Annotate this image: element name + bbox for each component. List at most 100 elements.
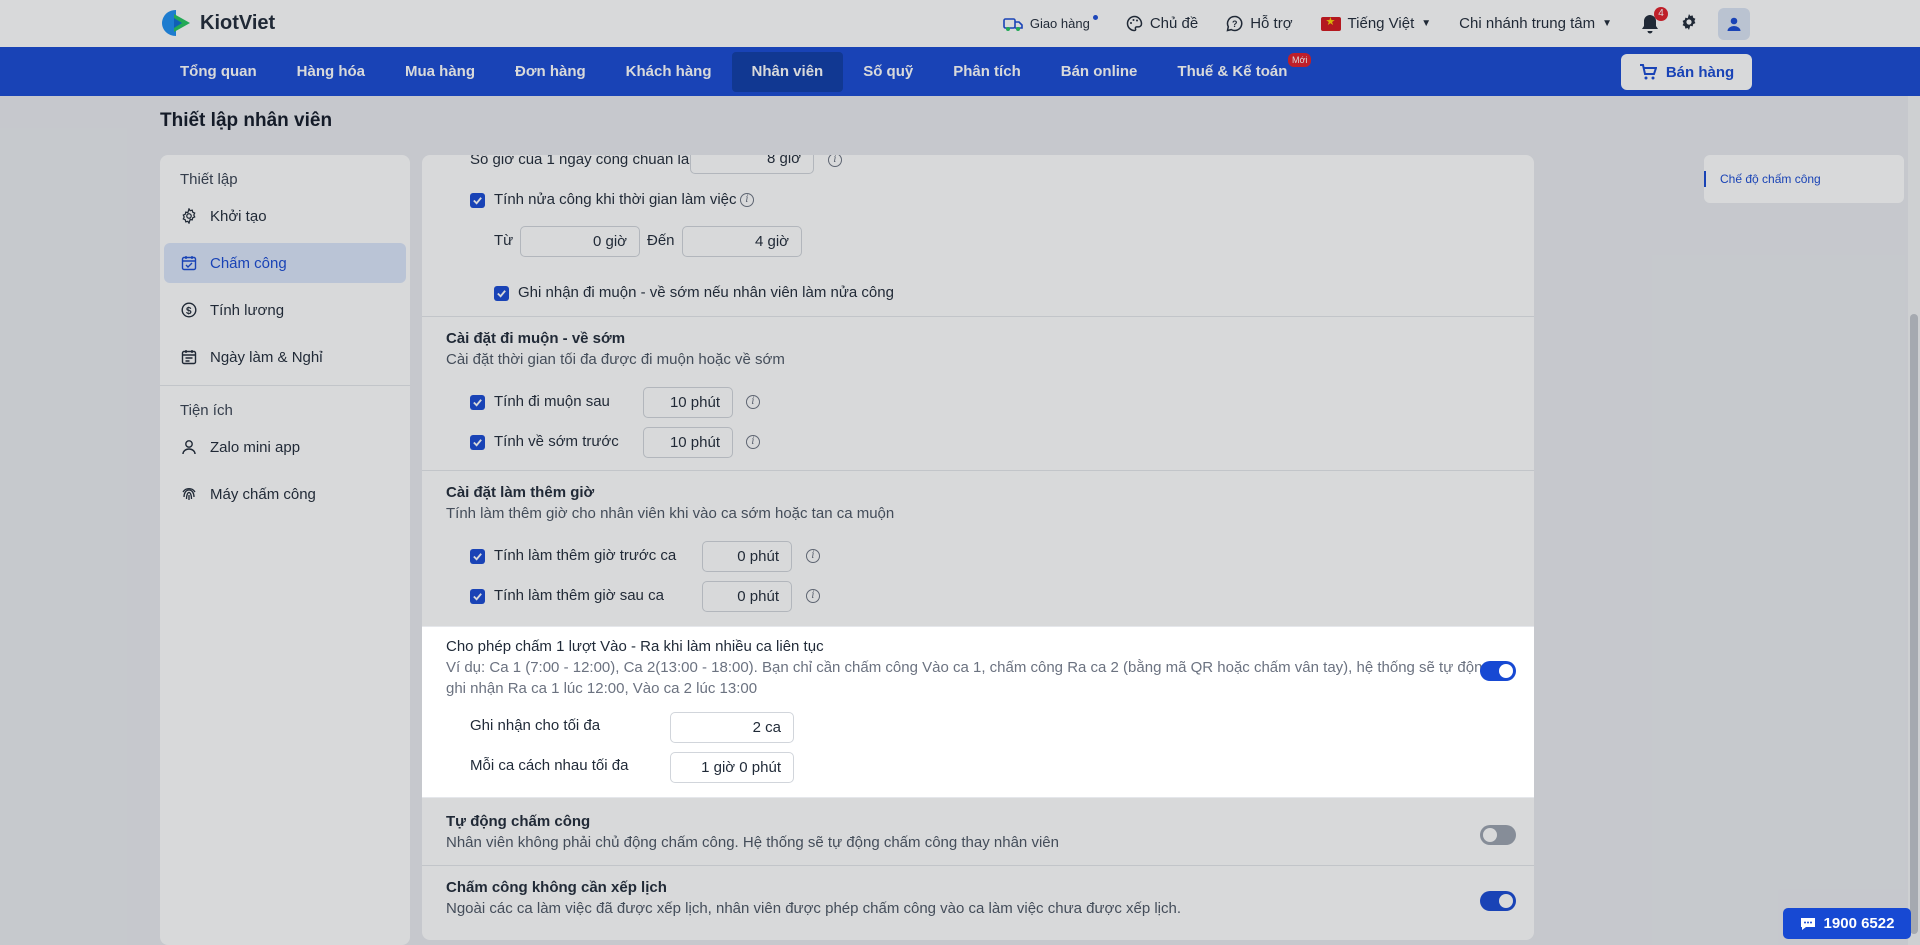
- nav-mua-hang[interactable]: Mua hàng: [385, 52, 495, 92]
- early-before-label: Tính về sớm trước: [494, 433, 619, 450]
- sidebar-item-label: Khởi tạo: [210, 207, 267, 225]
- ot-before-checkbox[interactable]: [470, 549, 485, 564]
- info-icon[interactable]: i: [746, 395, 760, 409]
- early-before-checkbox[interactable]: [470, 435, 485, 450]
- nav-ban-online[interactable]: Bán online: [1041, 52, 1158, 92]
- language-selector[interactable]: Tiếng Việt ▼: [1320, 15, 1432, 32]
- toggle-knob: [1483, 828, 1497, 842]
- nav-phan-tich[interactable]: Phân tích: [933, 52, 1041, 92]
- branch-selector[interactable]: Chi nhánh trung tâm ▼: [1459, 15, 1612, 32]
- nav-so-quy[interactable]: Số quỹ: [843, 52, 933, 92]
- scrollbar-thumb[interactable]: [1910, 314, 1918, 934]
- auto-attendance-toggle[interactable]: [1480, 825, 1516, 845]
- late-after-checkbox[interactable]: [470, 395, 485, 410]
- hotline-number: 1900 6522: [1823, 915, 1895, 932]
- nav-don-hang[interactable]: Đơn hàng: [495, 52, 606, 92]
- hotline-button[interactable]: 1900 6522: [1783, 908, 1911, 939]
- late-early-desc: Cài đặt thời gian tối đa được đi muộn ho…: [446, 351, 785, 368]
- nav-tong-quan[interactable]: Tổng quan: [160, 52, 277, 92]
- calendar-check-icon: [180, 254, 198, 272]
- svg-text:$: $: [186, 306, 192, 317]
- sidebar-item-may-cham-cong[interactable]: Máy chấm công: [164, 474, 406, 514]
- late-after-input[interactable]: 10 phút: [643, 387, 733, 418]
- from-hours-input[interactable]: 0 giờ: [520, 226, 640, 257]
- chevron-down-icon: ▼: [1421, 18, 1432, 29]
- svg-text:?: ?: [1232, 19, 1238, 29]
- top-bar: KiotViet Giao hàng Chủ đề ? Hỗ trợ Tiếng…: [0, 0, 1920, 47]
- main-nav: Tổng quan Hàng hóa Mua hàng Đơn hàng Khá…: [0, 47, 1920, 96]
- gear-icon: [180, 207, 198, 225]
- delivery-label: Giao hàng: [1029, 16, 1090, 31]
- settings-button[interactable]: [1680, 13, 1698, 35]
- theme-label: Chủ đề: [1149, 15, 1199, 32]
- no-schedule-title: Chấm công không cần xếp lịch: [446, 879, 667, 896]
- user-avatar[interactable]: [1718, 7, 1750, 40]
- support-link[interactable]: ? Hỗ trợ: [1226, 15, 1293, 32]
- sidebar-divider: [160, 385, 410, 386]
- sidebar-section-setup: Thiết lập: [180, 171, 238, 188]
- info-icon[interactable]: i: [806, 549, 820, 563]
- nav-hang-hoa[interactable]: Hàng hóa: [277, 52, 385, 92]
- sidebar-item-label: Tính lương: [210, 301, 285, 319]
- ot-after-checkbox[interactable]: [470, 589, 485, 604]
- fingerprint-icon: [180, 485, 198, 503]
- no-schedule-desc: Ngoài các ca làm việc đã được xếp lịch, …: [446, 900, 1182, 917]
- info-icon[interactable]: i: [806, 589, 820, 603]
- notification-count-badge: 4: [1654, 6, 1668, 21]
- sidebar-item-label: Chấm công: [210, 254, 287, 272]
- sidebar-item-tinh-luong[interactable]: $ Tính lương: [164, 290, 406, 330]
- settings-sidebar: Thiết lập Khởi tạo Chấm công $ Tính lươn…: [160, 155, 410, 945]
- kiotviet-logo[interactable]: KiotViet: [160, 8, 275, 38]
- sell-button[interactable]: Bán hàng: [1621, 54, 1752, 90]
- sell-button-label: Bán hàng: [1665, 63, 1735, 81]
- page-title: Thiết lập nhân viên: [160, 110, 333, 131]
- page-scrollbar[interactable]: [1908, 96, 1920, 945]
- sidebar-item-label: Máy chấm công: [210, 485, 316, 503]
- calendar-icon: [180, 348, 198, 366]
- ot-before-label: Tính làm thêm giờ trước ca: [494, 547, 677, 564]
- standard-hours-input[interactable]: 8 giờ: [690, 155, 814, 174]
- sidebar-item-cham-cong[interactable]: Chấm công: [164, 243, 406, 283]
- info-icon[interactable]: i: [740, 193, 754, 207]
- sidebar-item-label: Zalo mini app: [210, 438, 301, 456]
- notification-button[interactable]: 4: [1640, 6, 1668, 35]
- theme-link[interactable]: Chủ đề: [1126, 15, 1198, 32]
- gear-icon: [1682, 13, 1696, 30]
- multi-shift-toggle[interactable]: [1480, 661, 1516, 681]
- palette-icon: [1126, 15, 1143, 32]
- sidebar-item-khoi-tao[interactable]: Khởi tạo: [164, 196, 406, 236]
- half-day-late-checkbox[interactable]: [494, 286, 509, 301]
- info-icon[interactable]: i: [746, 435, 760, 449]
- nav-thue-ke-toan[interactable]: Thuế & Kế toán Mới: [1157, 52, 1312, 92]
- multi-shift-desc-line2: ghi nhận Ra ca 1 lúc 12:00, Vào ca 2 lúc…: [446, 680, 758, 697]
- max-gap-input[interactable]: 1 giờ 0 phút: [670, 752, 794, 783]
- early-before-input[interactable]: 10 phút: [643, 427, 733, 458]
- sidebar-item-ngay-lam-nghi[interactable]: Ngày làm & Nghỉ: [164, 337, 406, 377]
- sidebar-section-utilities: Tiện ích: [180, 402, 233, 419]
- branch-label: Chi nhánh trung tâm: [1459, 15, 1596, 32]
- ot-after-input[interactable]: 0 phút: [702, 581, 792, 612]
- half-day-label: Tính nửa công khi thời gian làm việc: [494, 191, 737, 208]
- ot-before-input[interactable]: 0 phút: [702, 541, 792, 572]
- no-schedule-toggle[interactable]: [1480, 891, 1516, 911]
- sidebar-item-zalo-mini-app[interactable]: Zalo mini app: [164, 427, 406, 467]
- overtime-title: Cài đặt làm thêm giờ: [446, 484, 595, 501]
- divider: [422, 316, 1534, 317]
- auto-attendance-desc: Nhân viên không phải chủ động chấm công.…: [446, 834, 1059, 851]
- language-label: Tiếng Việt: [1347, 15, 1415, 32]
- cart-icon: [1639, 64, 1657, 80]
- half-day-checkbox[interactable]: [470, 193, 485, 208]
- from-label: Từ: [494, 232, 514, 249]
- nav-nhan-vien[interactable]: Nhân viên: [731, 51, 844, 92]
- max-shifts-input[interactable]: 2 ca: [670, 712, 794, 743]
- nav-khach-hang[interactable]: Khách hàng: [606, 52, 732, 92]
- to-hours-input[interactable]: 4 giờ: [682, 226, 802, 257]
- section-link-che-do-cham-cong[interactable]: Chế độ chấm công: [1720, 172, 1821, 186]
- max-gap-label: Mỗi ca cách nhau tối đa: [470, 757, 629, 774]
- late-early-title: Cài đặt đi muộn - về sớm: [446, 330, 626, 347]
- standard-hours-label: Số giờ của 1 ngày công chuẩn là: [470, 155, 690, 168]
- half-day-late-label: Ghi nhận đi muộn - về sớm nếu nhân viên …: [518, 284, 894, 301]
- delivery-link[interactable]: Giao hàng: [1003, 15, 1098, 33]
- info-icon[interactable]: i: [828, 155, 842, 167]
- to-label: Đến: [647, 232, 675, 249]
